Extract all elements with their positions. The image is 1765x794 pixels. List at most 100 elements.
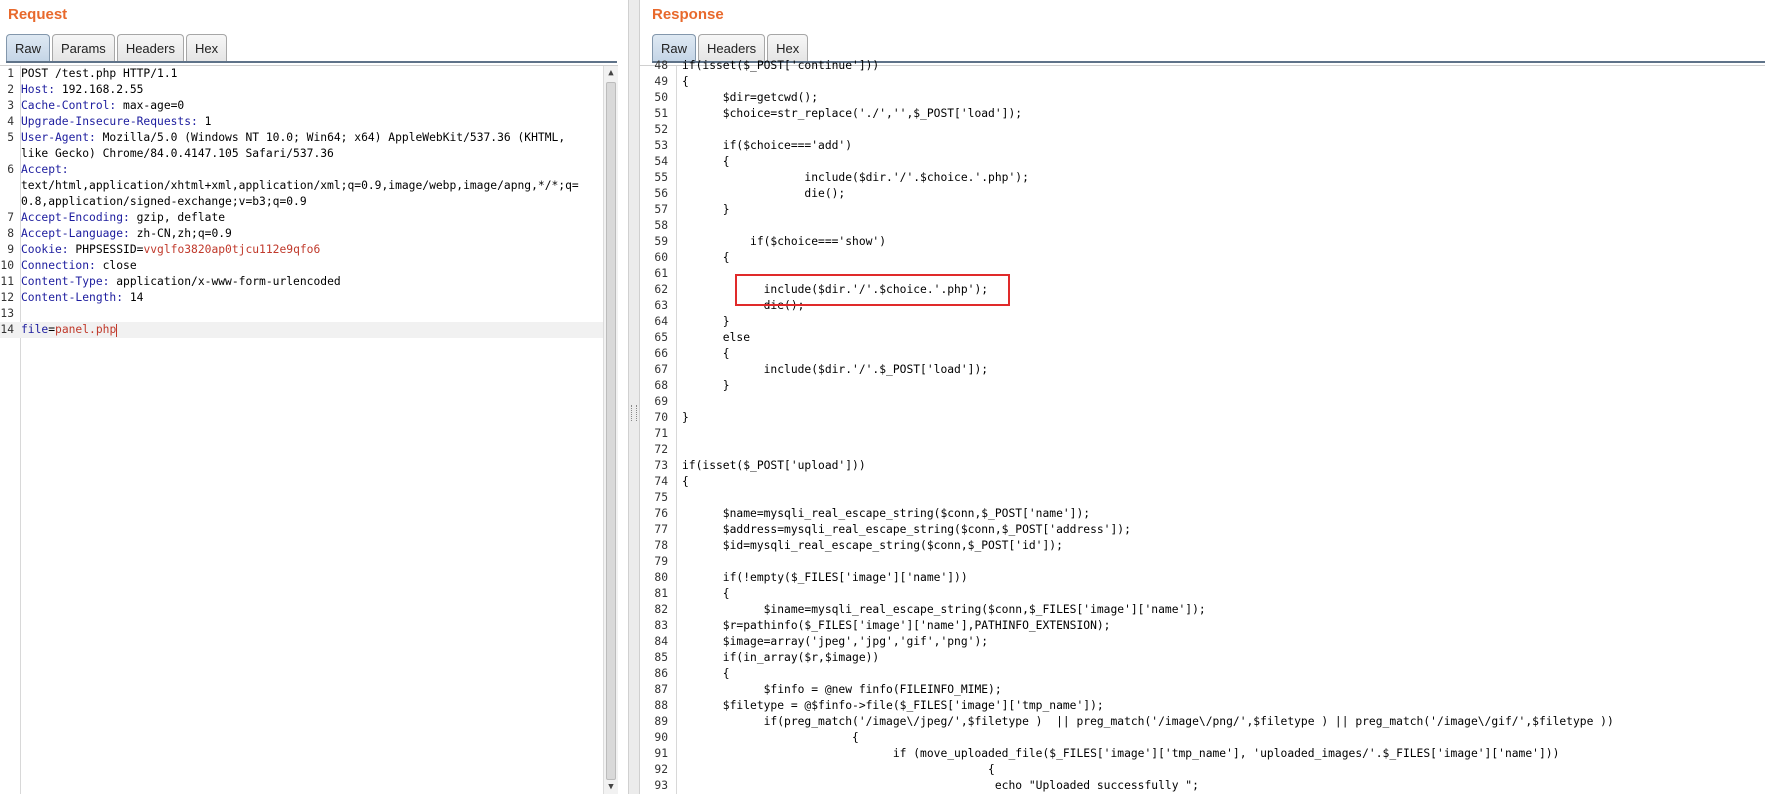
line-text: Host: 192.168.2.55: [21, 82, 143, 98]
line-value: 1: [197, 115, 212, 128]
response-title: Response: [652, 6, 724, 23]
line-number: 66: [654, 347, 668, 360]
response-line: 93 echo "Uploaded successfully ";: [640, 778, 1765, 794]
response-line: 53 if($choice==='add'): [640, 138, 1765, 154]
line-number: 89: [654, 715, 668, 728]
highlight-box: [735, 274, 1010, 306]
line-text: {: [682, 587, 730, 600]
panel-splitter[interactable]: [628, 0, 640, 794]
line-text: $address=mysqli_real_escape_string($conn…: [682, 523, 1131, 536]
line-text: {: [682, 155, 730, 168]
tab-params[interactable]: Params: [52, 34, 115, 62]
line-text: include($dir.'/'.$choice.'.php');: [682, 171, 1029, 184]
response-line: 73 if(isset($_POST['upload'])): [640, 458, 1765, 474]
line-value: =: [48, 323, 56, 336]
response-line: 83 $r=pathinfo($_FILES['image']['name'],…: [640, 618, 1765, 634]
line-number: 3: [7, 99, 14, 112]
line-text: {: [682, 763, 995, 776]
line-key: like Gecko) Chrome/84.0.4147.105 Safari/…: [21, 147, 334, 160]
scroll-down-arrow-icon[interactable]: ▼: [604, 780, 618, 794]
response-line: 85 if(in_array($r,$image)): [640, 650, 1765, 666]
request-line: 4 Upgrade-Insecure-Requests: 1: [0, 114, 618, 130]
line-number: 61: [654, 267, 668, 280]
tab-hex[interactable]: Hex: [185, 34, 228, 62]
response-line: 89 if(preg_match('/image\/jpeg/',$filety…: [640, 714, 1765, 730]
response-line: 76 $name=mysqli_real_escape_string($conn…: [640, 506, 1765, 522]
line-text: {: [682, 75, 689, 88]
line-value: 192.168.2.55: [55, 83, 144, 96]
request-line: 6 Accept:: [0, 162, 618, 178]
response-line: 49 {: [640, 74, 1765, 90]
request-line: text/html,application/xhtml+xml,applicat…: [0, 178, 618, 194]
tab-headers[interactable]: Headers: [116, 34, 184, 62]
request-line: 8 Accept-Language: zh-CN,zh;q=0.9: [0, 226, 618, 242]
line-number: 65: [654, 331, 668, 344]
request-line: 10 Connection: close: [0, 258, 618, 274]
splitter-grip-icon[interactable]: [631, 405, 637, 421]
request-scroll-thumb[interactable]: [606, 82, 616, 780]
line-text: $filetype = @$finfo->file($_FILES['image…: [682, 699, 1104, 712]
line-text: Content-Type: application/x-www-form-url…: [21, 274, 341, 290]
line-text: if(preg_match('/image\/jpeg/',$filetype …: [682, 715, 1614, 728]
request-editor[interactable]: 1 POST /test.php HTTP/1.1 2 Host: 192.168.2…: [0, 65, 618, 794]
request-scrollbar[interactable]: ▲ ▼: [603, 66, 618, 794]
line-text: file=panel.php: [21, 322, 118, 338]
request-line: 9 Cookie: PHPSESSID=vvglfo3820ap0tjcu112e…: [0, 242, 618, 258]
line-text: Cache-Control: max-age=0: [21, 98, 184, 114]
response-line: 78 $id=mysqli_real_escape_string($conn,$…: [640, 538, 1765, 554]
tab-raw[interactable]: Raw: [6, 34, 51, 62]
line-key: User-Agent:: [21, 131, 96, 144]
line-number: 58: [654, 219, 668, 232]
line-text: $choice=str_replace('./','',$_POST['load…: [682, 107, 1023, 120]
text-caret: [116, 323, 118, 337]
line-text: $finfo = @new finfo(FILEINFO_MIME);: [682, 683, 1002, 696]
line-text: {: [682, 667, 730, 680]
line-number: 63: [654, 299, 668, 312]
line-value: 14: [123, 291, 144, 304]
request-tabs: Raw Params Headers Hex: [6, 32, 229, 63]
line-value: max-age=0: [116, 99, 185, 112]
response-editor[interactable]: 48 if(isset($_POST['continue'])) 49 {50 $di…: [640, 59, 1765, 794]
line-key: Host:: [21, 83, 56, 96]
response-line: 69: [640, 394, 1765, 410]
line-number: 92: [654, 763, 668, 776]
response-line: 48 if(isset($_POST['continue'])): [640, 58, 1765, 74]
line-text: if (move_uploaded_file($_FILES['image'][…: [682, 747, 1560, 760]
line-text: $name=mysqli_real_escape_string($conn,$_…: [682, 507, 1091, 520]
line-number: 4: [7, 115, 14, 128]
line-text: Accept-Encoding: gzip, deflate: [21, 210, 225, 226]
line-number: 70: [654, 411, 668, 424]
line-text: if(isset($_POST['upload'])): [682, 459, 866, 472]
line-value: Mozilla/5.0 (Windows NT 10.0; Win64; x64…: [95, 131, 566, 144]
request-line: 2 Host: 192.168.2.55: [0, 82, 618, 98]
line-number: 48: [654, 59, 668, 72]
response-line: 77 $address=mysqli_real_escape_string($c…: [640, 522, 1765, 538]
line-number: 8: [7, 227, 14, 240]
scroll-up-arrow-icon[interactable]: ▲: [604, 66, 618, 80]
request-line: 12 Content-Length: 14: [0, 290, 618, 306]
line-number: 87: [654, 683, 668, 696]
line-number: 53: [654, 139, 668, 152]
line-number: 55: [654, 171, 668, 184]
line-number: 80: [654, 571, 668, 584]
line-text: }: [682, 203, 730, 216]
line-key: 0.8,application/signed-exchange;v=b3;q=0…: [21, 195, 307, 208]
response-line: 54 {: [640, 154, 1765, 170]
line-number: 6: [7, 163, 14, 176]
response-line: 56 die();: [640, 186, 1765, 202]
line-text: 0.8,application/signed-exchange;v=b3;q=0…: [21, 194, 307, 210]
line-number: 5: [7, 131, 14, 144]
response-line: 60 {: [640, 250, 1765, 266]
line-number: 49: [654, 75, 668, 88]
response-line: 87 $finfo = @new finfo(FILEINFO_MIME);: [640, 682, 1765, 698]
response-line: 65 else: [640, 330, 1765, 346]
line-number: 72: [654, 443, 668, 456]
response-line: 68 }: [640, 378, 1765, 394]
response-line: 86 {: [640, 666, 1765, 682]
line-text: Accept-Language: zh-CN,zh;q=0.9: [21, 226, 232, 242]
request-line: 5 User-Agent: Mozilla/5.0 (Windows NT 10.…: [0, 130, 618, 146]
response-line: 59 if($choice==='show'): [640, 234, 1765, 250]
line-text: User-Agent: Mozilla/5.0 (Windows NT 10.0…: [21, 130, 565, 146]
line-key: Upgrade-Insecure-Requests:: [21, 115, 198, 128]
line-number: 88: [654, 699, 668, 712]
